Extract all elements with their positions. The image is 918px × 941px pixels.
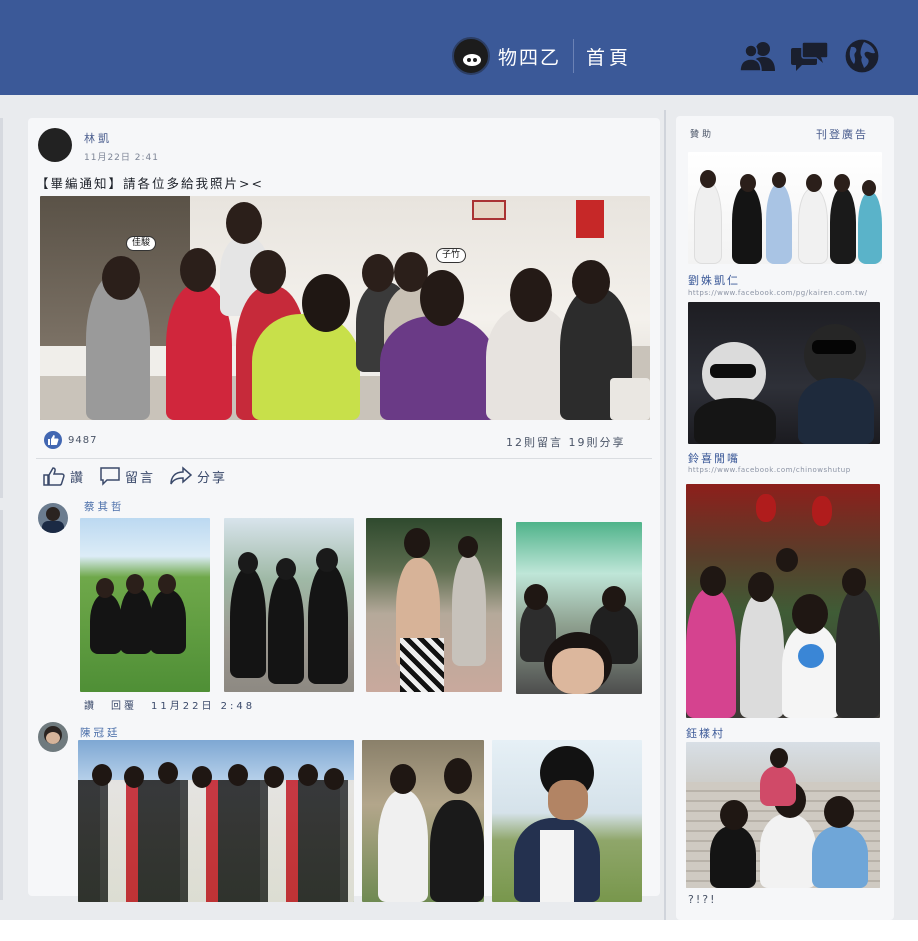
share-arrow-icon (170, 466, 193, 485)
sponsored-title[interactable]: 鈺樣村 (686, 725, 725, 741)
comment-button[interactable]: 留言 (99, 466, 155, 486)
comment-photo[interactable] (78, 740, 354, 902)
comment-photo[interactable] (516, 522, 642, 694)
sponsored-label: 贊助 (690, 130, 715, 140)
comment-photo[interactable] (224, 518, 354, 692)
globe-icon[interactable] (842, 38, 882, 74)
sponsored-footer-text: ?!?! (688, 893, 717, 906)
commenter-name[interactable]: 蔡其哲 (84, 499, 125, 514)
sponsored-url[interactable]: https://www.facebook.com/chinowshutup (688, 466, 851, 474)
photo-tag[interactable]: 子竹 (436, 248, 467, 263)
sponsored-title[interactable]: 劉姝凱仁 (688, 272, 740, 288)
comment-bubble-icon (100, 467, 120, 486)
sponsored-photo[interactable] (686, 742, 880, 888)
sponsored-title[interactable]: 鈴喜閒嘴 (688, 450, 740, 466)
comment-timestamp[interactable]: 11月22日 2:48 (151, 697, 255, 712)
sponsored-photo[interactable] (688, 302, 880, 444)
top-navigation-bar: 物四乙 首頁 (0, 0, 918, 95)
comment-photo[interactable] (366, 518, 502, 692)
post-text: 【畢編通知】請各位多給我照片>< (36, 176, 264, 191)
share-button[interactable]: 分享 (169, 466, 227, 486)
like-reaction-icon (44, 431, 62, 449)
nav-divider (573, 39, 575, 73)
photo-tag[interactable]: 佳駿 (126, 236, 157, 251)
left-column-edge (0, 510, 3, 900)
comment-button-label: 留言 (125, 470, 156, 486)
comment-photo[interactable] (80, 518, 210, 692)
author-avatar[interactable] (38, 128, 72, 162)
thumbs-up-icon (43, 467, 65, 486)
left-column-edge (0, 118, 3, 498)
comment-share-stats[interactable]: 12則留言 19則分享 (506, 434, 626, 450)
like-count: 9487 (68, 434, 98, 446)
pig-logo-icon[interactable] (452, 37, 490, 75)
post-timestamp[interactable]: 11月22日 2:41 (84, 150, 159, 163)
sponsored-photo[interactable] (688, 152, 882, 264)
group-photo[interactable]: 佳駿 子竹 (40, 196, 650, 420)
comment-reply-link[interactable]: 回覆 (111, 697, 137, 712)
create-ad-link[interactable]: 刊登廣告 (816, 126, 868, 142)
commenter-avatar[interactable] (38, 722, 68, 752)
post-author-name[interactable]: 林凱 (84, 130, 112, 146)
comment-like-link[interactable]: 讚 (84, 697, 97, 712)
post-actions: 讚 留言 分享 (42, 466, 227, 486)
like-button[interactable]: 讚 (42, 466, 85, 486)
divider (36, 458, 652, 459)
commenter-name[interactable]: 陳冠廷 (80, 725, 121, 740)
share-button-label: 分享 (197, 470, 228, 486)
column-divider (664, 110, 666, 940)
sponsored-photo[interactable] (686, 484, 880, 718)
home-link[interactable]: 首頁 (586, 43, 632, 70)
comment-meta: 讚 回覆 11月22日 2:48 (84, 697, 255, 712)
reaction-summary[interactable]: 9487 (44, 431, 97, 449)
group-name-link[interactable]: 物四乙 (498, 43, 561, 70)
comment-photo[interactable] (362, 740, 484, 902)
messages-icon[interactable] (790, 38, 830, 74)
sponsored-url[interactable]: https://www.facebook.com/pg/kairen.com.t… (688, 289, 867, 297)
like-button-label: 讚 (70, 470, 86, 486)
comment-photo[interactable] (492, 740, 642, 902)
nav-icon-group (738, 38, 882, 74)
page-bottom (0, 920, 918, 941)
brand: 物四乙 首頁 (452, 36, 632, 76)
commenter-avatar[interactable] (38, 503, 68, 533)
friends-icon[interactable] (738, 38, 778, 74)
